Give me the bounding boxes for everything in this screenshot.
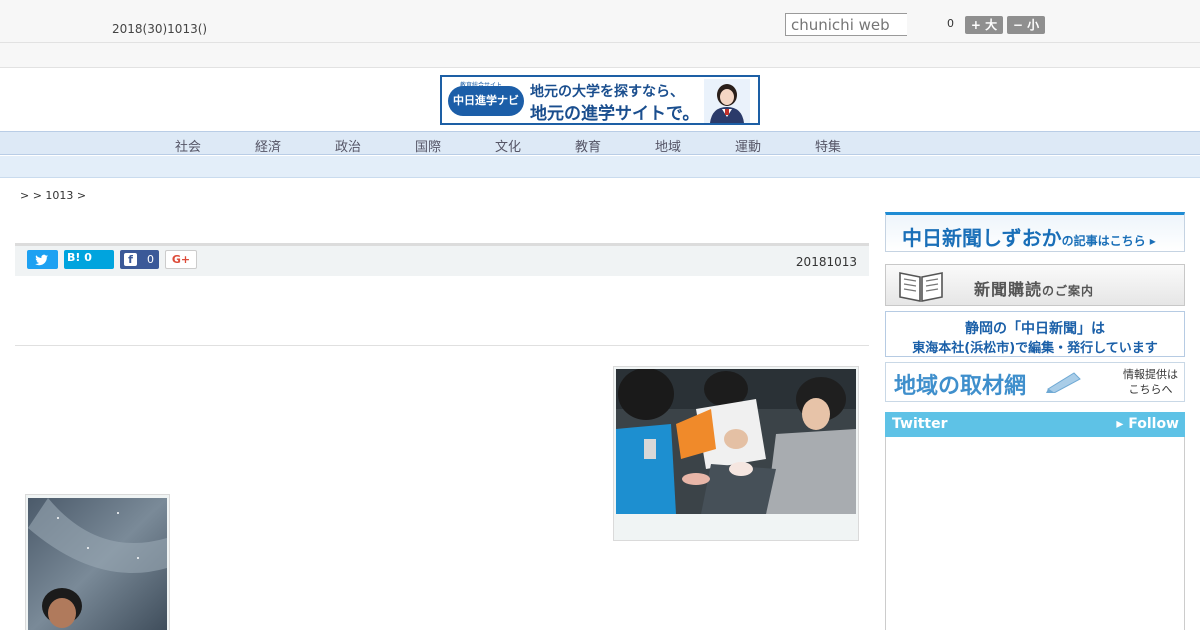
banner-person-image	[704, 79, 750, 123]
nav-item-8[interactable]: 運動	[718, 136, 778, 155]
planetarium-photo-image	[28, 498, 167, 630]
subscription-banner-subtitle: のご案内	[1042, 284, 1095, 298]
shizuoka-banner-subtitle: の記事はこちら ▸	[1061, 234, 1156, 248]
twitter-widget-header: Twitter ▸ Follow	[885, 412, 1185, 437]
hatena-bookmark-button[interactable]: B! 0	[64, 250, 114, 269]
banner-headline: 地元の大学を探すなら、	[530, 84, 684, 100]
banner-logo: 中日進学ナビ	[448, 86, 524, 116]
nav-item-7[interactable]: 地域	[638, 136, 698, 155]
facebook-share-count: 0	[147, 253, 154, 266]
search-input[interactable]	[785, 13, 907, 36]
news-tip-sub-line1: 情報提供は	[1123, 368, 1178, 381]
facebook-share-button[interactable]: f 0	[120, 250, 159, 269]
nav-item-5[interactable]: 文化	[478, 136, 538, 155]
current-date: 2018(30)1013()	[112, 22, 208, 36]
subscription-banner-title: 新聞購読	[974, 280, 1043, 299]
twitter-follow-button[interactable]: ▸ Follow	[1116, 416, 1179, 432]
font-size-value: 0	[947, 17, 954, 30]
twitter-bird-icon	[35, 254, 49, 266]
font-size-decrease-button[interactable]: − 小	[1007, 16, 1045, 34]
article-divider	[15, 345, 869, 346]
twitter-widget-title: Twitter	[892, 416, 948, 432]
pencil-icon	[1046, 372, 1081, 393]
facebook-icon: f	[124, 253, 137, 266]
twitter-share-button[interactable]	[27, 250, 58, 269]
shizuoka-banner-title: 中日新聞しずおか	[902, 226, 1062, 250]
top-bar: 2018(30)1013() 0 + 大 − 小	[0, 0, 1200, 43]
nav-item-6[interactable]: 教育	[558, 136, 618, 155]
shizuoka-banner-text: 中日新聞しずおかの記事はこちら ▸	[902, 222, 1156, 251]
news-tip-banner-title: 地域の取材網	[894, 374, 1027, 399]
subscription-banner[interactable]: 新聞購読のご案内	[885, 264, 1185, 306]
article-photo-children[interactable]	[613, 366, 859, 541]
news-tip-banner-subtitle: 情報提供は こちらへ	[1123, 367, 1178, 397]
sub-nav	[0, 156, 1200, 178]
nav-item-9[interactable]: 特集	[798, 136, 858, 155]
nav-item-1[interactable]: 社会	[158, 136, 218, 155]
share-bar: B! 0 f 0 G+ 20181013	[15, 246, 869, 276]
main-nav: 社会 経済 政治 国際 文化 教育 地域 運動 特集	[0, 131, 1200, 155]
breadcrumb[interactable]: > > 1013 >	[20, 189, 86, 202]
education-navi-banner[interactable]: 教育総合サイト 中日進学ナビ 地元の大学を探すなら、 地元の進学サイトで。	[440, 75, 760, 125]
chunichi-shizuoka-banner[interactable]: 中日新聞しずおかの記事はこちら ▸	[885, 212, 1185, 252]
google-plus-share-button[interactable]: G+	[165, 250, 197, 269]
news-tip-sub-line2: こちらへ	[1128, 383, 1173, 396]
tokai-office-banner[interactable]: 静岡の「中日新聞」は 東海本社(浜松市)で編集・発行しています	[885, 311, 1185, 357]
banner-tagline: 地元の進学サイトで。	[530, 104, 700, 124]
children-photo-image	[616, 369, 856, 514]
article-photo-planetarium[interactable]	[25, 494, 170, 630]
tokai-banner-line2: 東海本社(浜松市)で編集・発行しています	[912, 341, 1158, 356]
article-date: 20181013	[795, 255, 857, 269]
sub-bar	[0, 43, 1200, 68]
nav-item-3[interactable]: 政治	[318, 136, 378, 155]
open-book-icon	[899, 272, 943, 302]
tokai-banner-line1: 静岡の「中日新聞」は	[965, 321, 1105, 337]
twitter-timeline[interactable]	[885, 437, 1185, 630]
nav-item-4[interactable]: 国際	[398, 136, 458, 155]
subscription-banner-text: 新聞購読のご案内	[974, 276, 1094, 300]
news-tip-banner[interactable]: 地域の取材網 情報提供はこちらへ	[885, 362, 1185, 402]
font-size-increase-button[interactable]: + 大	[965, 16, 1003, 34]
nav-item-2[interactable]: 経済	[238, 136, 298, 155]
